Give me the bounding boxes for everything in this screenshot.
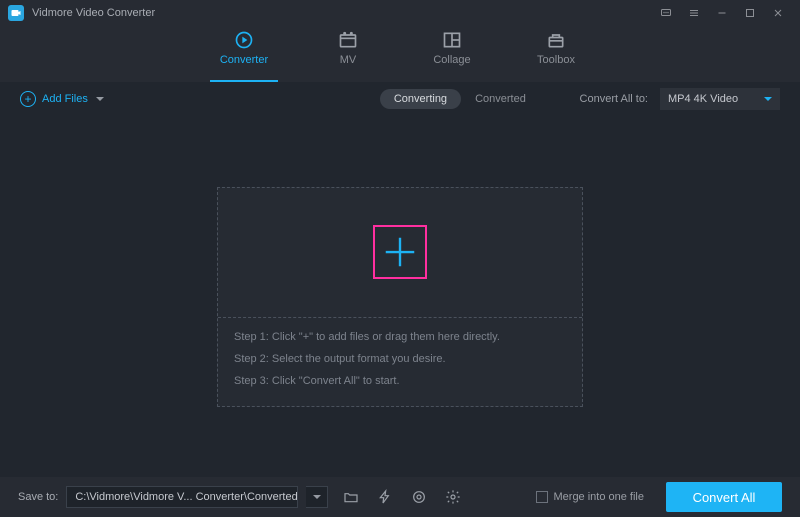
save-path-field[interactable]: C:\Vidmore\Vidmore V... Converter\Conver…	[66, 486, 298, 508]
tab-mv[interactable]: MV	[314, 30, 382, 82]
plus-circle-icon: +	[20, 91, 36, 107]
mv-icon	[336, 30, 360, 50]
dropzone[interactable]: Step 1: Click "+" to add files or drag t…	[217, 187, 583, 407]
hw-accel-toggle[interactable]	[374, 486, 396, 508]
converting-tab[interactable]: Converting	[380, 89, 461, 109]
step3-text: Step 3: Click "Convert All" to start.	[234, 374, 566, 388]
tab-collage[interactable]: Collage	[418, 30, 486, 82]
tab-converter[interactable]: Converter	[210, 30, 278, 82]
chevron-down-icon	[96, 97, 104, 101]
bottom-bar: Save to: C:\Vidmore\Vidmore V... Convert…	[0, 477, 800, 517]
maximize-button[interactable]	[736, 0, 764, 26]
menu-icon[interactable]	[680, 0, 708, 26]
add-files-label: Add Files	[42, 93, 88, 105]
tab-label: Collage	[433, 54, 470, 66]
main-area: Step 1: Click "+" to add files or drag t…	[0, 116, 800, 477]
checkbox-icon	[536, 491, 548, 503]
save-path-dropdown[interactable]	[306, 486, 328, 508]
save-to-label: Save to:	[18, 491, 58, 503]
step1-text: Step 1: Click "+" to add files or drag t…	[234, 330, 566, 344]
step2-text: Step 2: Select the output format you des…	[234, 352, 566, 366]
merge-label: Merge into one file	[554, 491, 645, 503]
add-files-button[interactable]: + Add Files	[20, 91, 104, 107]
tab-label: MV	[340, 54, 357, 66]
merge-checkbox[interactable]: Merge into one file	[536, 491, 645, 503]
output-format-dropdown[interactable]: MP4 4K Video	[660, 88, 780, 110]
dropzone-instructions: Step 1: Click "+" to add files or drag t…	[218, 318, 582, 406]
format-selected-label: MP4 4K Video	[668, 93, 738, 105]
feedback-icon[interactable]	[652, 0, 680, 26]
open-folder-button[interactable]	[340, 486, 362, 508]
collage-icon	[440, 30, 464, 50]
app-logo	[8, 5, 24, 21]
toolbar: + Add Files Converting Converted Convert…	[0, 82, 800, 116]
tab-label: Converter	[220, 54, 268, 66]
converted-tab[interactable]: Converted	[461, 89, 540, 109]
settings-button[interactable]	[442, 486, 464, 508]
tab-toolbox[interactable]: Toolbox	[522, 30, 590, 82]
tab-label: Toolbox	[537, 54, 575, 66]
titlebar: Vidmore Video Converter	[0, 0, 800, 26]
convert-all-to-label: Convert All to:	[580, 93, 648, 105]
toolbox-icon	[544, 30, 568, 50]
app-title: Vidmore Video Converter	[32, 7, 155, 19]
chevron-down-icon	[764, 97, 772, 101]
chevron-down-icon	[313, 495, 321, 499]
main-tabs: Converter MV Collage Toolbox	[0, 26, 800, 82]
dropzone-top	[218, 188, 582, 318]
close-button[interactable]	[764, 0, 792, 26]
convert-all-button[interactable]: Convert All	[666, 482, 782, 512]
converter-icon	[232, 30, 256, 50]
minimize-button[interactable]	[708, 0, 736, 26]
add-file-plus-button[interactable]	[373, 225, 427, 279]
conversion-state-segment: Converting Converted	[380, 89, 540, 109]
high-speed-toggle[interactable]	[408, 486, 430, 508]
